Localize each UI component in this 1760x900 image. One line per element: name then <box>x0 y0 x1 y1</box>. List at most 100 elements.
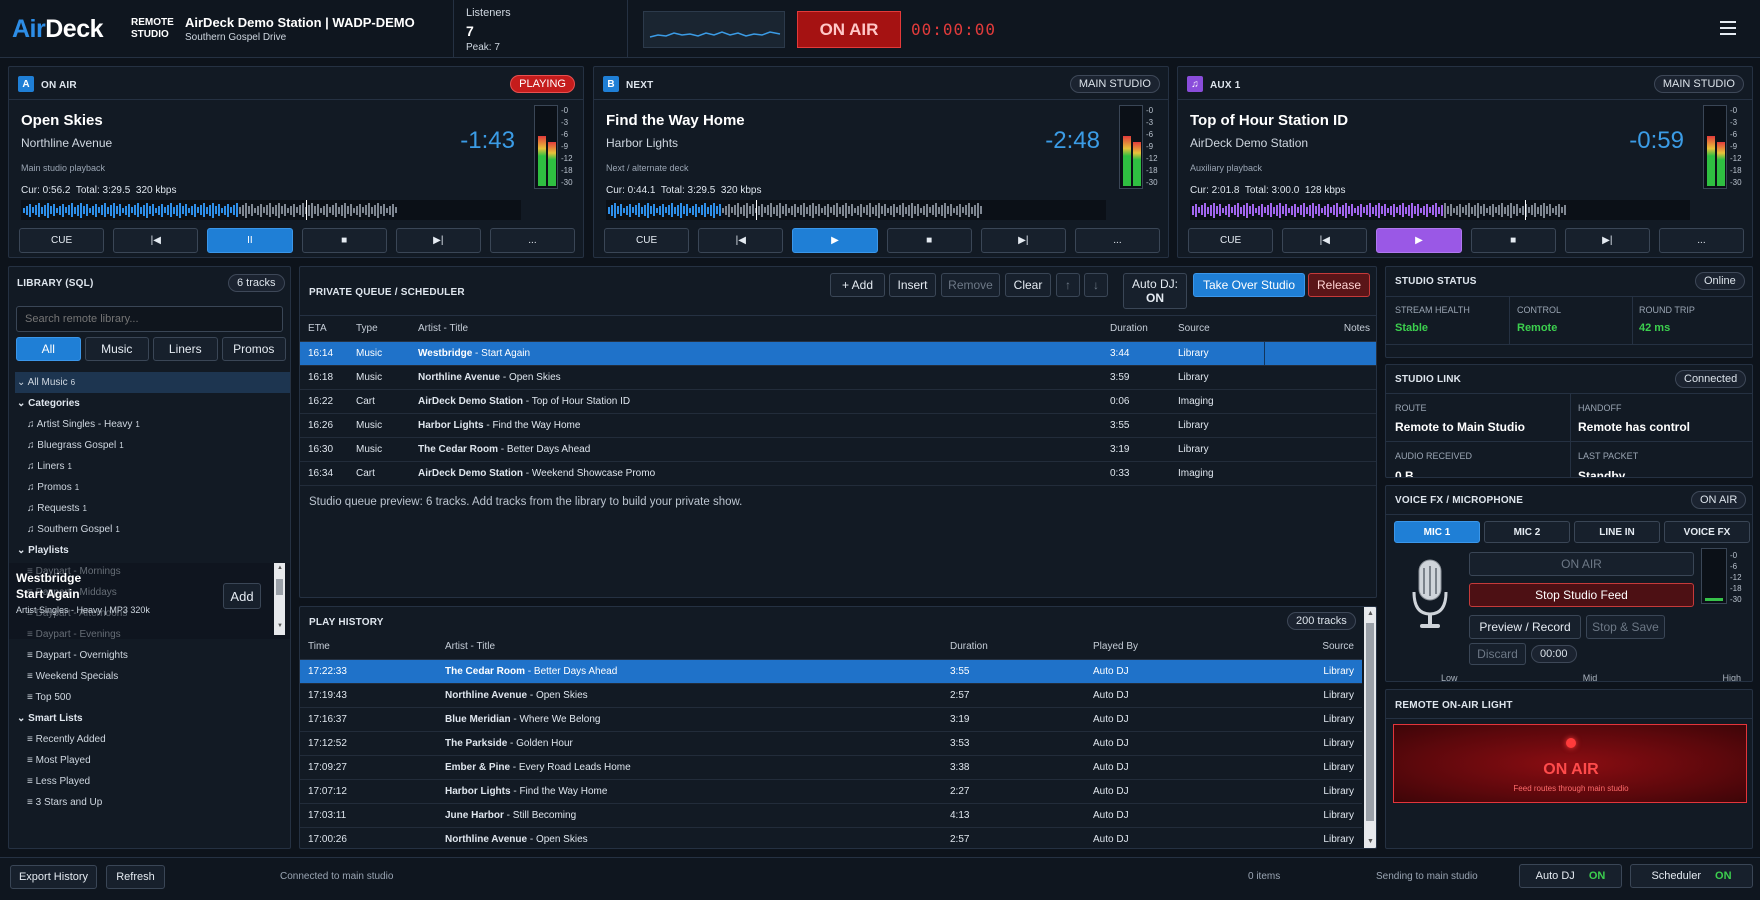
deck-waveform[interactable] <box>606 200 1106 220</box>
voice-tab-line-in[interactable]: LINE IN <box>1574 521 1660 543</box>
next-button[interactable]: ▶| <box>980 228 1066 253</box>
history-row[interactable]: 17:16:37 Blue Meridian - Where We Belong 3… <box>300 707 1362 732</box>
tree-item[interactable]: ♫ Bluegrass Gospel 1 <box>15 435 290 456</box>
voice-tab-voice-fx[interactable]: VOICE FX <box>1664 521 1750 543</box>
stop-studio-feed-button[interactable]: Stop Studio Feed <box>1469 583 1694 607</box>
queue-row[interactable]: 16:22 Cart AirDeck Demo Station - Top of H… <box>300 389 1376 414</box>
cue-button[interactable]: CUE <box>19 228 105 253</box>
queue-col-header[interactable]: Type <box>348 317 410 342</box>
tree-item[interactable]: ⌄ Smart Lists <box>15 708 290 729</box>
stop-save-button[interactable]: Stop & Save <box>1586 615 1665 639</box>
queue-row[interactable]: 16:26 Music Harbor Lights - Find the Way H… <box>300 413 1376 438</box>
play-button[interactable]: ▶ <box>1376 228 1462 253</box>
history-row[interactable]: 17:19:43 Northline Avenue - Open Skies 2:5… <box>300 683 1362 708</box>
more-button[interactable]: ... <box>1074 228 1161 253</box>
queue-row[interactable]: 16:18 Music Northline Avenue - Open Skies 3… <box>300 365 1376 390</box>
discard-button[interactable]: Discard <box>1469 643 1526 665</box>
on-air-indicator[interactable]: ON AIR <box>797 11 901 48</box>
tree-item[interactable]: ≡ Recently Added <box>15 729 290 750</box>
take-over-studio-button[interactable]: Take Over Studio <box>1193 273 1305 297</box>
history-col-header[interactable]: Artist - Title <box>437 635 942 660</box>
history-col-header[interactable]: Time <box>300 635 437 660</box>
cue-button[interactable]: CUE <box>604 228 690 253</box>
tree-item[interactable]: ⌄ Playlists <box>15 540 290 561</box>
history-scrollbar[interactable]: ▲ ▼ <box>1364 607 1376 848</box>
queue-col-header[interactable]: Source <box>1170 317 1264 342</box>
move-up-button[interactable]: ↑ <box>1056 273 1080 297</box>
queue-col-header[interactable]: ETA <box>300 317 348 342</box>
cue-button[interactable]: CUE <box>1188 228 1274 253</box>
tree-item[interactable]: ≡ 3 Stars and Up <box>15 792 290 813</box>
history-cell-source: Library <box>1311 731 1362 756</box>
history-col-header[interactable]: Source <box>1311 635 1362 660</box>
hamburger-menu-icon[interactable] <box>1720 21 1736 35</box>
voice-tab-mic-2[interactable]: MIC 2 <box>1484 521 1570 543</box>
tree-item[interactable]: ≡ Most Played <box>15 750 290 771</box>
more-button[interactable]: ... <box>489 228 576 253</box>
tree-item[interactable]: ≡ Daypart - Overnights <box>15 645 290 666</box>
queue-row[interactable]: 16:30 Music The Cedar Room - Better Days A… <box>300 437 1376 462</box>
tree-item[interactable]: ≡ Top 500 <box>15 687 290 708</box>
filter-promos[interactable]: Promos <box>221 337 286 361</box>
mic-on-air-button[interactable]: ON AIR <box>1469 552 1694 576</box>
queue-clear-button[interactable]: Clear <box>1005 273 1051 297</box>
popup-scrollbar[interactable]: ▲ ▼ <box>274 563 285 635</box>
waveform-bar <box>764 207 766 213</box>
queue-title: Top of Hour Station ID <box>531 395 631 407</box>
export-history-button[interactable]: Export History <box>10 865 97 889</box>
history-row[interactable]: 17:12:52 The Parkside - Golden Hour 3:53 Au… <box>300 731 1362 756</box>
pause-button[interactable]: II <box>207 228 293 253</box>
stop-button[interactable]: ■ <box>886 228 972 253</box>
history-row[interactable]: 17:00:26 Northline Avenue - Open Skies 2:5… <box>300 827 1362 848</box>
deck-waveform[interactable] <box>1190 200 1690 220</box>
tree-item[interactable]: ≡ Less Played <box>15 771 290 792</box>
move-down-button[interactable]: ↓ <box>1084 273 1108 297</box>
history-cell-dur: 4:13 <box>942 803 1085 828</box>
stop-button[interactable]: ■ <box>301 228 387 253</box>
prev-button[interactable]: |◀ <box>1282 228 1368 253</box>
history-col-header[interactable]: Played By <box>1085 635 1311 660</box>
refresh-button[interactable]: Refresh <box>106 865 165 889</box>
preview-record-button[interactable]: Preview / Record <box>1469 615 1581 639</box>
voice-tab-mic-1[interactable]: MIC 1 <box>1394 521 1480 543</box>
tree-item[interactable]: ♫ Liners 1 <box>15 456 290 477</box>
tree-item[interactable]: ≡ Weekend Specials <box>15 666 290 687</box>
queue-add-button[interactable]: + Add <box>830 273 885 297</box>
queue-remove-button[interactable]: Remove <box>941 273 1000 297</box>
tree-item[interactable]: ♫ Promos 1 <box>15 477 290 498</box>
queue-col-header[interactable]: Artist - Title <box>410 317 1102 342</box>
tree-item[interactable]: ♫ Requests 1 <box>15 498 290 519</box>
queue-row[interactable]: 16:34 Cart AirDeck Demo Station - Weekend … <box>300 461 1376 486</box>
history-col-header[interactable]: Duration <box>942 635 1085 660</box>
history-row[interactable]: 17:07:12 Harbor Lights - Find the Way Hom… <box>300 779 1362 804</box>
auto-dj-status[interactable]: Auto DJ ON <box>1519 864 1622 888</box>
stop-button[interactable]: ■ <box>1470 228 1556 253</box>
filter-music[interactable]: Music <box>84 337 149 361</box>
queue-col-header[interactable]: Duration <box>1102 317 1170 342</box>
play-button[interactable]: ▶ <box>792 228 878 253</box>
prev-button[interactable]: |◀ <box>113 228 199 253</box>
more-button[interactable]: ... <box>1658 228 1745 253</box>
next-button[interactable]: ▶| <box>1564 228 1650 253</box>
queue-insert-button[interactable]: Insert <box>889 273 936 297</box>
queue-cell-artist-title: AirDeck Demo Station - Weekend Showcase … <box>410 461 1102 486</box>
library-search-input[interactable] <box>16 306 283 332</box>
filter-liners[interactable]: Liners <box>153 337 218 361</box>
queue-col-header[interactable]: Notes <box>1264 317 1376 342</box>
auto-dj-toggle[interactable]: Auto DJ: ON <box>1123 273 1187 309</box>
history-row[interactable]: 17:09:27 Ember & Pine - Every Road Leads … <box>300 755 1362 780</box>
add-to-queue-button[interactable]: Add <box>223 583 261 609</box>
release-button[interactable]: Release <box>1308 273 1370 297</box>
queue-row[interactable]: 16:14 Music Westbridge - Start Again 3:44 Li… <box>300 341 1376 366</box>
filter-all[interactable]: All <box>16 337 81 361</box>
next-button[interactable]: ▶| <box>395 228 481 253</box>
history-row[interactable]: 17:03:11 June Harbor - Still Becoming 4:13… <box>300 803 1362 828</box>
tree-item[interactable]: ♫ Artist Singles - Heavy 1 <box>15 414 290 435</box>
tree-item[interactable]: ♫ Southern Gospel 1 <box>15 519 290 540</box>
tree-item[interactable]: ⌄ Categories <box>15 393 290 414</box>
history-row[interactable]: 17:22:33 The Cedar Room - Better Days Ahe… <box>300 659 1362 684</box>
scheduler-status[interactable]: Scheduler ON <box>1630 864 1753 888</box>
tree-item[interactable]: ⌄ All Music 6 <box>15 372 290 393</box>
prev-button[interactable]: |◀ <box>698 228 784 253</box>
deck-waveform[interactable] <box>21 200 521 220</box>
